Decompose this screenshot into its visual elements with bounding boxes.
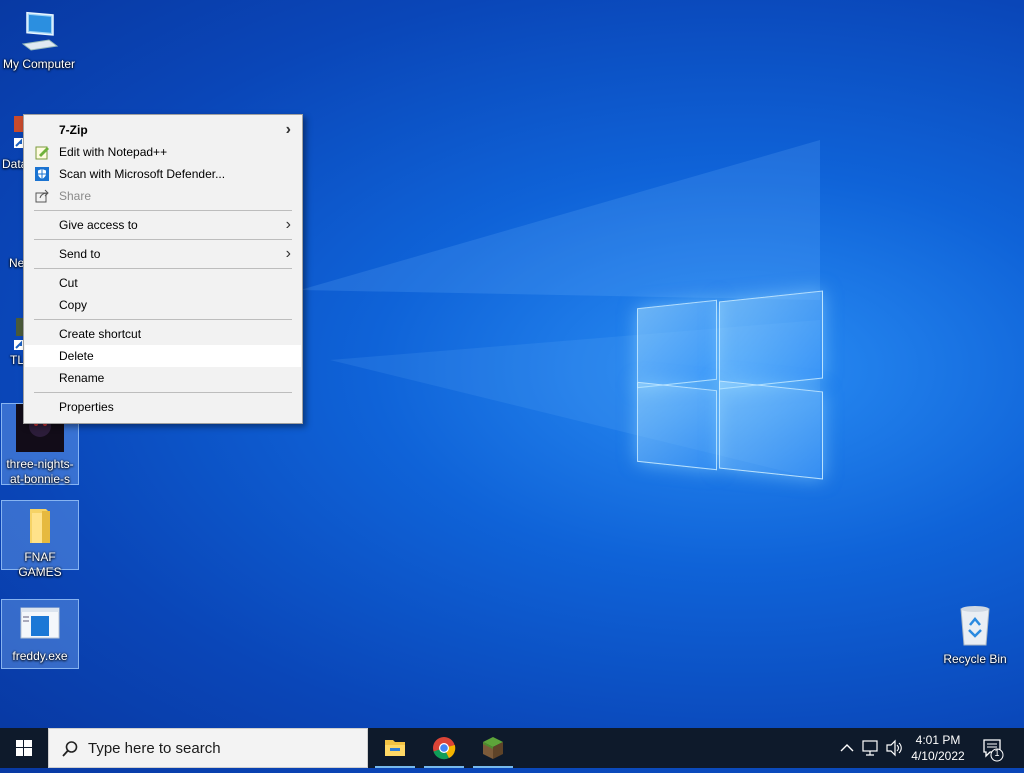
windows-start-icon bbox=[16, 740, 32, 756]
clock-time: 4:01 PM bbox=[915, 733, 961, 747]
menu-item-label: Create shortcut bbox=[59, 327, 142, 341]
desktop-icon-label: FNAF GAMES bbox=[18, 550, 62, 579]
menu-item-label: Edit with Notepad++ bbox=[59, 145, 168, 159]
desktop-icon-freddy-exe[interactable]: freddy.exe bbox=[1, 599, 79, 669]
menu-separator bbox=[34, 319, 292, 320]
start-button[interactable] bbox=[0, 728, 48, 768]
context-menu: 7-Zip › Edit with Notepad++ Scan with Mi… bbox=[23, 114, 303, 424]
taskbar-search-box[interactable]: Type here to search bbox=[48, 728, 368, 768]
wallpaper-light-beam bbox=[300, 140, 820, 300]
recycle-bin-icon bbox=[960, 606, 990, 646]
menu-item-label: Delete bbox=[59, 349, 94, 363]
menu-item-label: Scan with Microsoft Defender... bbox=[59, 167, 226, 181]
file-explorer-icon bbox=[385, 740, 405, 756]
desktop-icon-label: three-nights-at-bonnie-s bbox=[6, 457, 74, 486]
menu-item-label: Share bbox=[59, 189, 92, 203]
menu-item-scan-with-defender[interactable]: Scan with Microsoft Defender... bbox=[25, 163, 301, 185]
chevron-up-icon bbox=[840, 744, 854, 752]
shortcut-icon bbox=[14, 318, 24, 350]
menu-item-label: Send to bbox=[59, 247, 101, 261]
clock-date: 4/10/2022 bbox=[911, 749, 965, 763]
taskbar-clock[interactable]: 4:01 PM 4/10/2022 bbox=[906, 732, 970, 764]
chrome-icon bbox=[433, 737, 456, 760]
menu-item-edit-with-notepadpp[interactable]: Edit with Notepad++ bbox=[25, 141, 301, 163]
menu-item-label: Copy bbox=[59, 298, 88, 312]
desktop-icon-data[interactable]: Data bbox=[0, 108, 24, 172]
shortcut-icon bbox=[14, 116, 24, 148]
windows-wallpaper-logo bbox=[637, 290, 823, 480]
network-tray-button[interactable] bbox=[860, 728, 882, 768]
desktop-icon-label: My Computer bbox=[2, 57, 76, 71]
notification-icon bbox=[983, 739, 1004, 762]
chevron-right-icon: › bbox=[285, 121, 291, 138]
desktop-icon-label: TL bbox=[10, 353, 24, 367]
desktop-icon-my-computer[interactable]: My Computer bbox=[1, 6, 77, 72]
menu-item-share[interactable]: Share bbox=[25, 185, 301, 207]
share-icon bbox=[35, 189, 49, 203]
notification-count-badge: 1 bbox=[994, 748, 1000, 758]
chevron-right-icon: › bbox=[285, 216, 291, 233]
menu-item-rename[interactable]: Rename bbox=[25, 367, 301, 389]
menu-item-label: Cut bbox=[59, 276, 78, 290]
chevron-right-icon: › bbox=[285, 245, 291, 262]
menu-separator bbox=[34, 239, 292, 240]
action-center-button[interactable]: 1 bbox=[978, 728, 1008, 768]
desktop-icon-label: Recycle Bin bbox=[943, 652, 1007, 666]
show-hidden-icons-button[interactable] bbox=[838, 728, 856, 768]
taskbar-chrome[interactable] bbox=[420, 728, 468, 768]
menu-item-label: Rename bbox=[59, 371, 105, 385]
menu-item-copy[interactable]: Copy bbox=[25, 294, 301, 316]
menu-separator bbox=[34, 210, 292, 211]
menu-item-delete[interactable]: Delete bbox=[25, 345, 301, 367]
desktop-icon-recycle-bin[interactable]: Recycle Bin bbox=[937, 599, 1013, 667]
desktop-icon-label: Ne bbox=[9, 256, 24, 270]
search-icon bbox=[62, 741, 78, 757]
executable-icon bbox=[20, 607, 60, 639]
menu-item-cut[interactable]: Cut bbox=[25, 272, 301, 294]
menu-separator bbox=[34, 268, 292, 269]
menu-item-send-to[interactable]: Send to › bbox=[25, 243, 301, 265]
menu-item-label: Give access to bbox=[59, 218, 138, 232]
menu-item-label: Properties bbox=[59, 400, 114, 414]
taskbar-minecraft[interactable] bbox=[469, 728, 517, 768]
desktop-icon-tl[interactable]: TL bbox=[0, 310, 24, 368]
notepadpp-icon bbox=[35, 146, 49, 160]
menu-item-7zip[interactable]: 7-Zip › bbox=[25, 119, 301, 141]
folder-icon bbox=[30, 509, 50, 543]
volume-tray-button[interactable] bbox=[884, 728, 904, 768]
menu-item-properties[interactable]: Properties bbox=[25, 396, 301, 418]
menu-item-label: 7-Zip bbox=[59, 123, 88, 137]
volume-speaker-icon bbox=[886, 739, 902, 757]
network-ethernet-icon bbox=[862, 740, 878, 756]
defender-shield-icon bbox=[35, 167, 49, 181]
desktop-icon-label: freddy.exe bbox=[12, 649, 68, 663]
desktop-icon-fnaf-games[interactable]: FNAF GAMES bbox=[1, 500, 79, 579]
desktop-icon-label: Data bbox=[2, 157, 24, 171]
menu-separator bbox=[34, 392, 292, 393]
taskbar-file-explorer[interactable] bbox=[371, 728, 419, 768]
desktop-icon-ne[interactable]: Ne bbox=[0, 256, 24, 271]
taskbar: Type here to search 4:01 PM 4/10/2022 1 bbox=[0, 728, 1024, 768]
computer-icon bbox=[21, 11, 59, 51]
search-placeholder: Type here to search bbox=[88, 740, 221, 757]
menu-item-create-shortcut[interactable]: Create shortcut bbox=[25, 323, 301, 345]
menu-item-give-access-to[interactable]: Give access to › bbox=[25, 214, 301, 236]
minecraft-grass-block-icon bbox=[483, 737, 503, 759]
